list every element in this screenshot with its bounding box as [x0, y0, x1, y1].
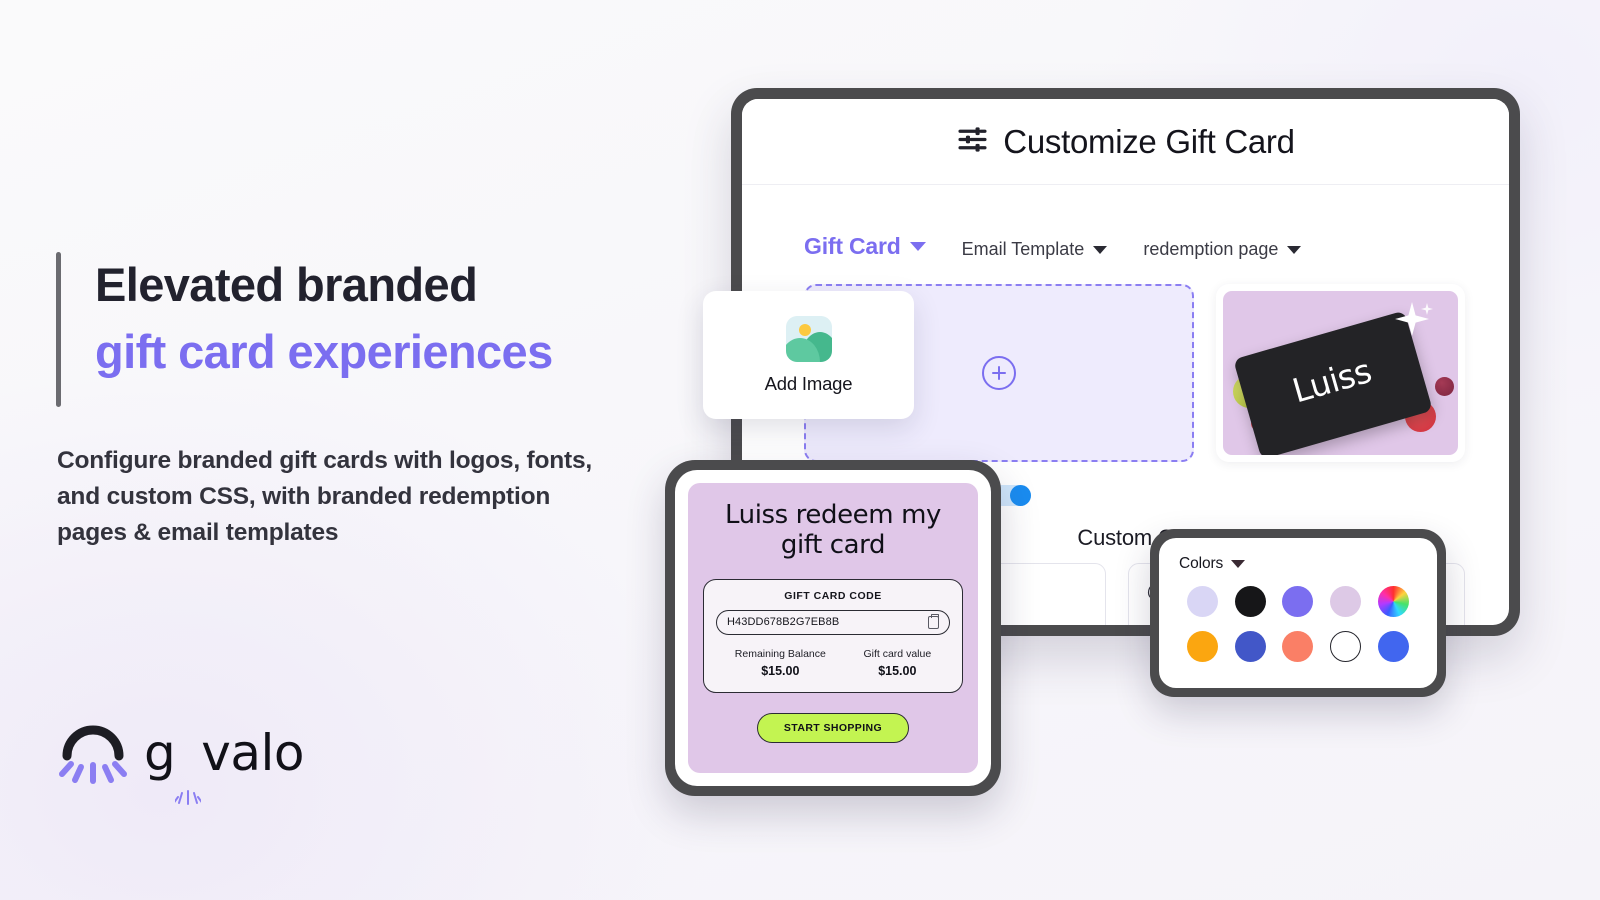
swatch-coral[interactable] — [1282, 631, 1314, 662]
redemption-preview-device: Luiss redeem my gift card GIFT CARD CODE… — [665, 460, 1001, 796]
swatch-color-wheel[interactable] — [1377, 586, 1409, 617]
swatch-black[interactable] — [1234, 586, 1266, 617]
add-image-label: Add Image — [764, 372, 853, 394]
tab-redemption-page[interactable]: redemption page — [1143, 239, 1302, 260]
swatch-pale-orchid[interactable] — [1330, 586, 1362, 617]
tab-email-template[interactable]: Email Template — [962, 239, 1108, 260]
gift-card-value-block: Gift card value $15.00 — [863, 648, 931, 678]
toggle-knob — [1009, 485, 1031, 506]
app-title: Customize Gift Card — [1003, 122, 1295, 160]
logo-wordmark: g valo — [144, 728, 304, 805]
chevron-down-icon — [1093, 245, 1108, 254]
gift-card-code-value: H43DD678B2G7EB8B — [727, 616, 840, 629]
headline-line-2: gift card experiences — [95, 324, 553, 378]
gift-card-brand: Luiss — [1288, 350, 1376, 411]
tab-gift-card-label: Gift Card — [804, 233, 901, 259]
start-shopping-button[interactable]: START SHOPPING — [756, 712, 910, 743]
redemption-screen: Luiss redeem my gift card GIFT CARD CODE… — [675, 470, 991, 786]
chevron-down-icon — [909, 242, 926, 251]
swatch-indigo[interactable] — [1234, 631, 1266, 662]
tab-gift-card[interactable]: Gift Card — [804, 233, 926, 260]
app-header: Customize Gift Card — [742, 99, 1509, 185]
decor-orb-maroon — [1435, 377, 1454, 396]
gift-card-artwork: Luiss — [1223, 291, 1458, 455]
color-swatch-grid — [1179, 586, 1417, 662]
redemption-page: Luiss redeem my gift card GIFT CARD CODE… — [688, 483, 978, 773]
headline-line-1: Elevated branded — [95, 258, 478, 311]
gift-card-value-amount: $15.00 — [878, 663, 917, 678]
add-image-card[interactable]: Add Image — [703, 291, 914, 419]
remaining-balance-label: Remaining Balance — [734, 647, 826, 660]
colors-header[interactable]: Colors — [1179, 555, 1417, 573]
page-stage: Elevated branded gift card experiences C… — [0, 0, 1600, 900]
chevron-down-icon — [1287, 245, 1302, 254]
sparkle-icon — [1395, 302, 1433, 336]
page-title: Elevated branded gift card experiences — [95, 258, 695, 380]
headline-accent-bar — [56, 252, 61, 407]
plus-circle-icon[interactable] — [982, 356, 1016, 390]
redemption-title: Luiss redeem my gift card — [724, 500, 941, 560]
colors-panel: Colors — [1159, 538, 1437, 688]
copy-icon[interactable] — [928, 613, 939, 629]
gift-card-code-label: GIFT CARD CODE — [784, 589, 882, 602]
sliders-icon — [956, 123, 989, 161]
swatch-purple[interactable] — [1282, 586, 1314, 617]
colors-panel-device: Colors — [1150, 529, 1446, 697]
swatch-amber[interactable] — [1187, 631, 1219, 662]
tab-email-template-label: Email Template — [961, 239, 1085, 259]
hero-subcopy: Configure branded gift cards with logos,… — [57, 447, 593, 546]
swatch-light-lavender[interactable] — [1187, 586, 1219, 617]
colors-title: Colors — [1179, 555, 1224, 572]
remaining-balance-value: $15.00 — [761, 663, 800, 678]
image-placeholder-icon — [785, 315, 832, 362]
swatch-white[interactable] — [1330, 631, 1362, 662]
sunrise-rays-mark-icon — [57, 722, 131, 784]
tab-redemption-page-label: redemption page — [1143, 239, 1279, 259]
gift-card-code-field[interactable]: H43DD678B2G7EB8B — [716, 609, 950, 635]
tab-bar: Gift Card Email Template redemption page — [742, 185, 1509, 260]
gift-card-preview[interactable]: Luiss — [1216, 284, 1465, 462]
govalo-logo: g valo — [57, 722, 304, 805]
gift-card-code-card: GIFT CARD CODE H43DD678B2G7EB8B Remainin… — [703, 578, 963, 693]
remaining-balance-block: Remaining Balance $15.00 — [735, 648, 826, 678]
sun-shape — [798, 323, 811, 336]
balance-row: Remaining Balance $15.00 Gift card value… — [716, 648, 950, 678]
swatch-royal-blue[interactable] — [1377, 631, 1409, 662]
chevron-down-icon — [1231, 560, 1246, 568]
gift-card-value-label: Gift card value — [863, 647, 932, 660]
